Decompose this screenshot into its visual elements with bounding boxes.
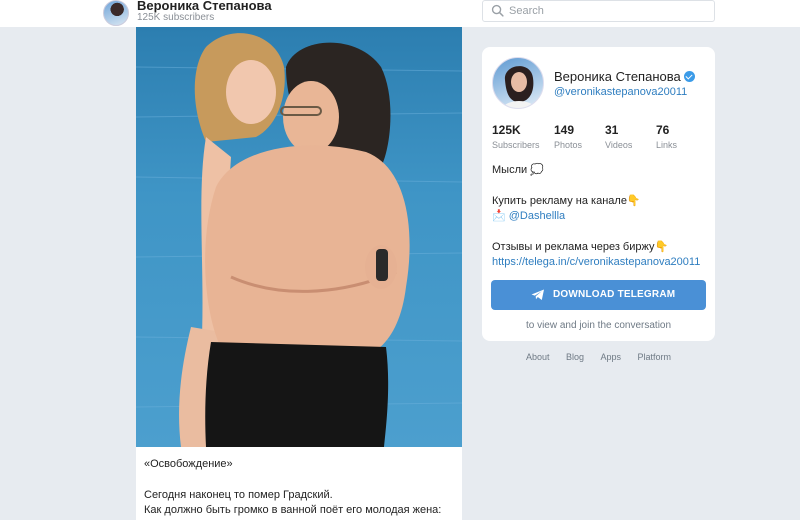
download-telegram-button[interactable]: DOWNLOAD TELEGRAM — [491, 280, 706, 310]
description-line: Купить рекламу на канале👇 — [492, 195, 641, 207]
stat-videos[interactable]: 31 Videos — [605, 123, 632, 150]
search-box[interactable] — [482, 0, 715, 22]
post-text: «Освобождение» Сегодня наконец то помер … — [144, 457, 456, 518]
channel-avatar[interactable] — [103, 0, 129, 26]
view-note: to view and join the conversation — [525, 320, 672, 331]
stat-subscribers[interactable]: 125K Subscribers — [492, 123, 540, 150]
post-text-line: «Освобождение» — [144, 458, 233, 470]
telega-link[interactable]: https://telega.in/c/veronikastepanova200… — [492, 255, 707, 270]
profile-name-text: Вероника Степанова — [554, 69, 681, 84]
channel-description: Мысли 💭 Купить рекламу на канале👇 📩 @Das… — [492, 163, 707, 270]
search-input[interactable] — [509, 3, 709, 19]
footer-link-about[interactable]: About — [526, 352, 550, 362]
profile-handle-link[interactable]: @veronikastepanova20011 — [554, 86, 687, 98]
beach-couple-photo-icon — [136, 33, 462, 447]
description-contact: 📩 @Dashellla — [492, 209, 707, 224]
stat-label: Subscribers — [492, 140, 540, 150]
footer-link-apps[interactable]: Apps — [601, 352, 622, 362]
post-photo[interactable] — [136, 27, 462, 447]
profile-stats: 125K Subscribers 149 Photos 31 Videos 76… — [492, 123, 707, 153]
stat-label: Videos — [605, 140, 633, 150]
footer-link-platform[interactable]: Platform — [638, 352, 672, 362]
stat-label: Photos — [554, 140, 583, 150]
description-line: Мысли 💭 — [492, 164, 544, 176]
footer-link-blog[interactable]: Blog — [566, 352, 584, 362]
channel-subscribers: 125K subscribers — [137, 12, 215, 23]
footer-links: About Blog Apps Platform — [482, 352, 715, 362]
stat-value: 125K — [492, 123, 521, 137]
contact-link[interactable]: 📩 @Dashellla — [492, 210, 565, 222]
stat-value: 149 — [554, 123, 575, 137]
profile-photo-icon — [502, 66, 536, 108]
profile-name: Вероника Степанова — [554, 69, 695, 84]
download-telegram-label: DOWNLOAD TELEGRAM — [553, 289, 676, 300]
post-text-line: Сегодня наконец то помер Градский. — [144, 489, 333, 501]
post-text-line: Как должно быть громко в ванной поёт его… — [144, 504, 442, 516]
telegram-plane-icon — [531, 289, 544, 300]
stat-photos[interactable]: 149 Photos — [554, 123, 582, 150]
profile-avatar[interactable] — [492, 57, 544, 109]
post-card: «Освобождение» Сегодня наконец то помер … — [136, 27, 462, 520]
verified-icon — [683, 71, 695, 82]
stat-label: Links — [656, 140, 678, 150]
stat-value: 31 — [605, 123, 619, 137]
stat-value: 76 — [656, 123, 670, 137]
description-line: Отзывы и реклама через биржу👇 — [492, 241, 669, 253]
top-bar: Вероника Степанова 125K subscribers — [0, 0, 800, 27]
search-icon — [491, 4, 504, 17]
stat-links[interactable]: 76 Links — [656, 123, 677, 150]
profile-card: Вероника Степанова @veronikastepanova200… — [482, 47, 715, 341]
